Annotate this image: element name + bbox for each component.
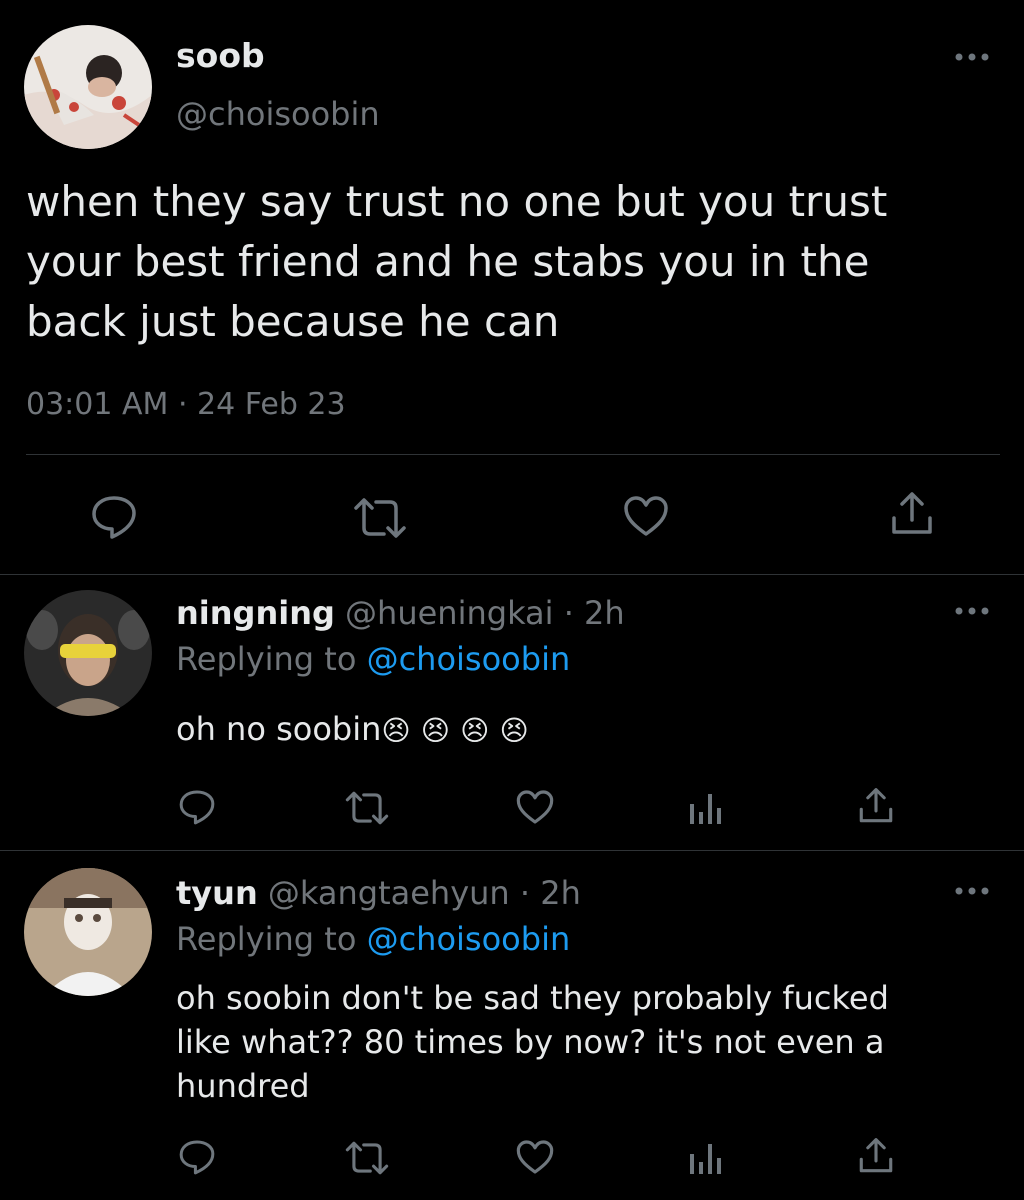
emoji: 😣 [420, 714, 450, 747]
reply-text-line: hundred [176, 1067, 310, 1105]
reply-icon[interactable] [178, 1138, 216, 1176]
analytics-icon[interactable] [688, 790, 722, 826]
handle[interactable]: @hueningkai [345, 594, 553, 632]
tweet-time: 03:01 AM [26, 387, 169, 422]
reply-age: · 2h [519, 874, 581, 912]
reply-text-line: oh soobin don't be sad they probably fuc… [176, 979, 889, 1017]
replying-to: Replying to @choisoobin [176, 920, 570, 958]
share-icon[interactable] [890, 490, 934, 538]
more-icon[interactable] [955, 606, 989, 616]
share-icon[interactable] [858, 786, 894, 826]
replying-to: Replying to @choisoobin [176, 640, 570, 678]
display-name[interactable]: ningning [176, 594, 335, 632]
reply-text: oh no soobin😣 😣 😣 😣 [176, 710, 529, 748]
like-icon[interactable] [515, 1138, 555, 1176]
replying-to-link[interactable]: @choisoobin [367, 640, 571, 678]
tweet-text-line: back just because he can [26, 297, 560, 346]
reply-text: oh soobin don't be sad they probably fuc… [176, 976, 889, 1108]
avatar[interactable] [24, 590, 152, 716]
tweet-text: when they say trust no one but you trust… [26, 172, 887, 352]
retweet-icon[interactable] [344, 790, 390, 826]
like-icon[interactable] [622, 494, 670, 538]
reply-icon[interactable] [90, 494, 138, 540]
reply-icon[interactable] [178, 788, 216, 826]
replying-to-link[interactable]: @choisoobin [367, 920, 571, 958]
share-icon[interactable] [858, 1136, 894, 1176]
analytics-icon[interactable] [688, 1140, 722, 1176]
more-icon[interactable] [955, 886, 989, 896]
display-name[interactable]: tyun [176, 874, 258, 912]
more-icon[interactable] [955, 52, 989, 62]
display-name[interactable]: soob [176, 36, 265, 75]
handle[interactable]: @choisoobin [176, 95, 380, 133]
tweet-date: 24 Feb 23 [197, 387, 346, 422]
retweet-icon[interactable] [352, 496, 408, 540]
like-icon[interactable] [515, 788, 555, 826]
avatar[interactable] [24, 25, 152, 149]
tweet-separator: · [177, 387, 188, 422]
emoji: 😣 [499, 714, 529, 747]
divider [0, 574, 1024, 575]
handle[interactable]: @kangtaehyun [268, 874, 510, 912]
reply-text-body: oh no soobin [176, 710, 382, 748]
reply-header: ningning @hueningkai · 2h [176, 594, 625, 632]
retweet-icon[interactable] [344, 1140, 390, 1176]
divider [0, 850, 1024, 851]
tweet-text-line: when they say trust no one but you trust [26, 177, 888, 226]
divider [26, 454, 1000, 455]
emoji: 😣 [460, 714, 490, 747]
reply-age: · 2h [563, 594, 625, 632]
replying-to-label: Replying to [176, 640, 357, 678]
tweet-text-line: your best friend and he stabs you in the [26, 237, 870, 286]
avatar[interactable] [24, 868, 152, 996]
emoji: 😣 [381, 714, 411, 747]
reply-text-line: like what?? 80 times by now? it's not ev… [176, 1023, 885, 1061]
replying-to-label: Replying to [176, 920, 357, 958]
timestamp[interactable]: 03:01 AM · 24 Feb 23 [26, 387, 346, 422]
reply-header: tyun @kangtaehyun · 2h [176, 874, 581, 912]
